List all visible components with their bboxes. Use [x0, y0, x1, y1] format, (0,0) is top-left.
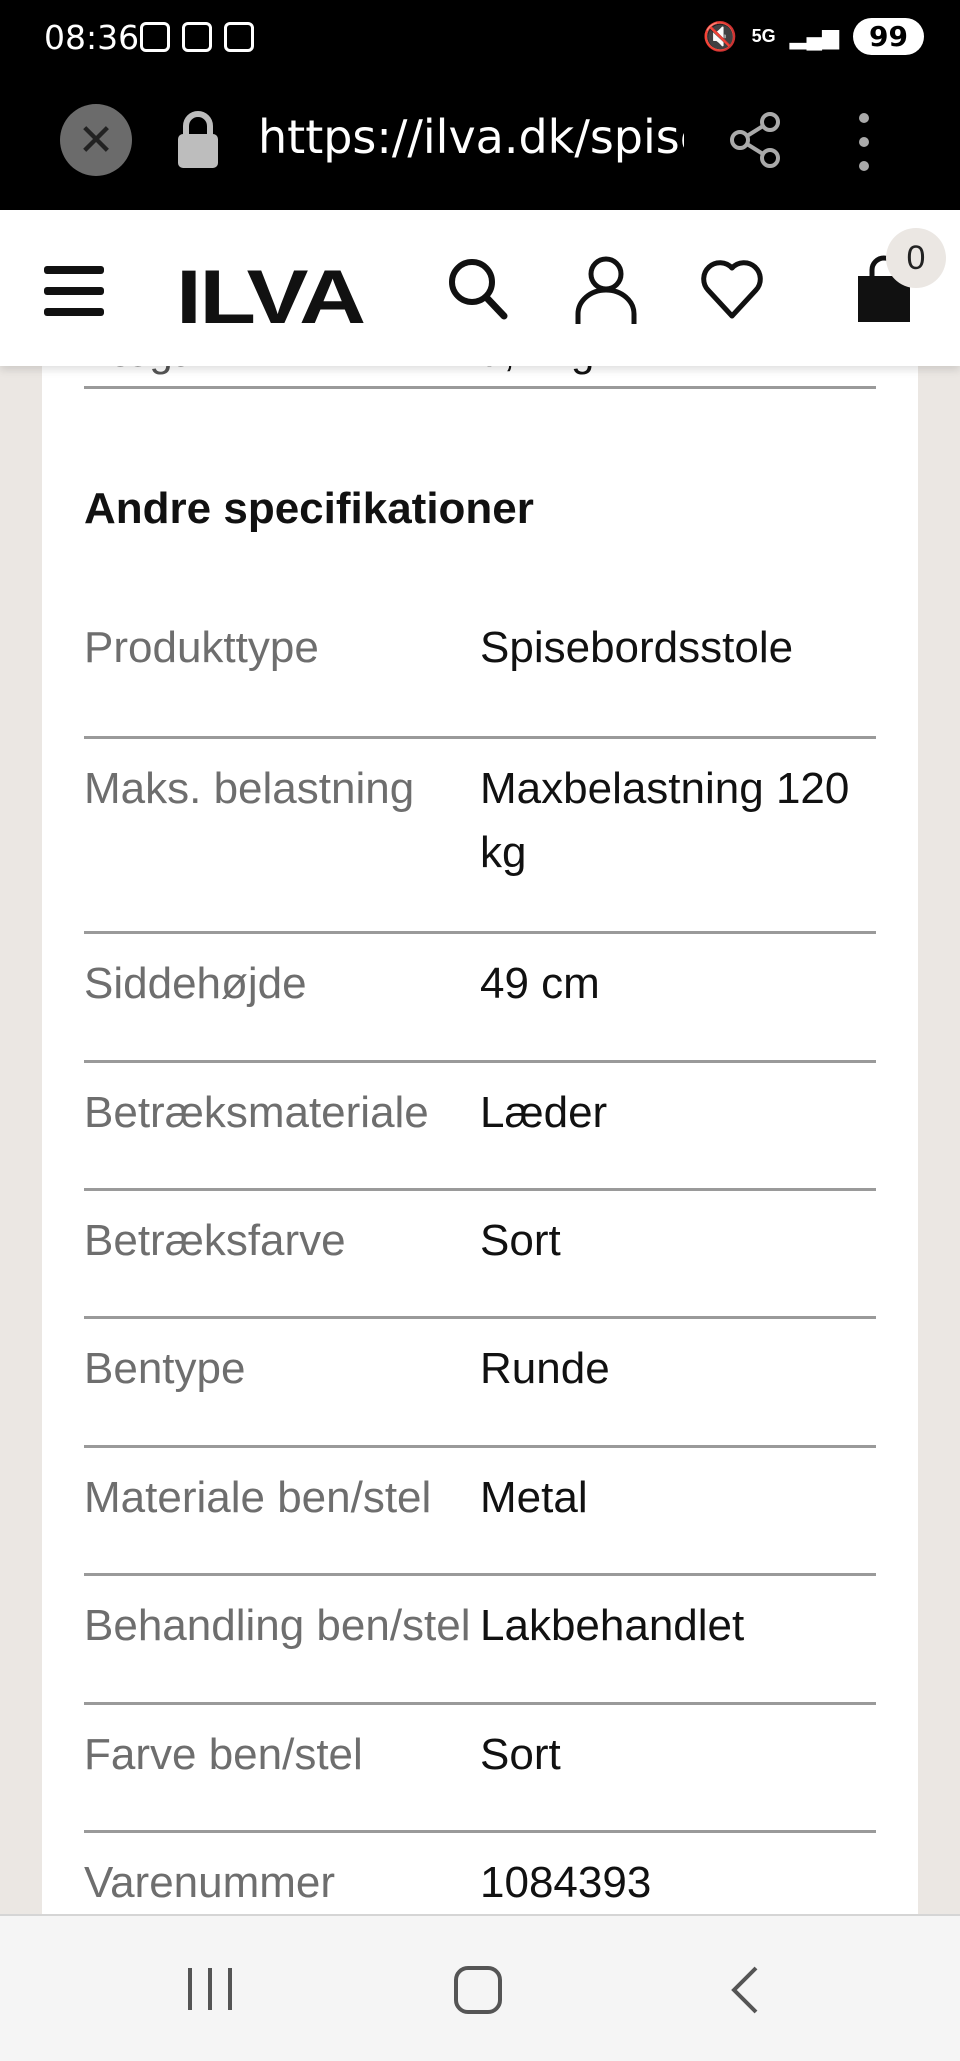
- spec-row-partial: Vægt 7,4 kg: [84, 366, 876, 389]
- spec-label: Behandling ben/stel: [84, 1601, 471, 1650]
- cart-count-badge: 0: [886, 228, 946, 288]
- close-icon: ✕: [77, 115, 115, 165]
- spec-row: Farve ben/stel Sort: [84, 1705, 876, 1833]
- spec-row: Maks. belastning Maxbelastning 120 kg: [84, 739, 876, 934]
- spec-value: 1084393: [480, 1858, 652, 1907]
- status-right: 🔇 5G ▂▄▆ 99: [703, 18, 924, 55]
- browser-url-bar: ✕ https://ilva.dk/spisebordsstole: [0, 82, 960, 210]
- recent-apps-button[interactable]: [180, 1964, 240, 2014]
- spec-label: Betræksmateriale: [84, 1088, 429, 1137]
- app-icon: [182, 22, 212, 52]
- spec-value: Sort: [480, 1730, 561, 1779]
- specifications-card: Vægt 7,4 kg Andre specifikationer Produk…: [42, 366, 918, 1914]
- more-menu-icon[interactable]: [858, 112, 870, 172]
- site-header: ILVA 0: [0, 210, 960, 366]
- spec-row: Bentype Runde: [84, 1319, 876, 1448]
- share-icon[interactable]: [728, 112, 784, 168]
- mute-icon: 🔇: [702, 21, 738, 52]
- spec-label: Varenummer: [84, 1858, 336, 1907]
- status-time: 08:36: [44, 18, 140, 57]
- spec-value: Maxbelastning 120 kg: [480, 764, 850, 877]
- spec-value: Læder: [480, 1088, 608, 1137]
- system-nav-bar: [0, 1914, 960, 2061]
- spec-label: Farve ben/stel: [84, 1730, 363, 1779]
- spec-row: Behandling ben/stel Lakbehandlet: [84, 1576, 876, 1705]
- ilva-logo[interactable]: ILVA: [176, 254, 366, 341]
- spec-label: Bentype: [84, 1344, 246, 1393]
- lock-icon: [178, 111, 218, 168]
- spec-row: Produkttype Spisebordsstole: [84, 598, 876, 739]
- network-type: 5G: [751, 26, 776, 46]
- spec-value: 49 cm: [480, 959, 600, 1008]
- spec-row: Betræksmateriale Læder: [84, 1063, 876, 1191]
- close-tab-button[interactable]: ✕: [60, 104, 132, 176]
- news-icon: [224, 22, 254, 52]
- wishlist-heart-icon[interactable]: [700, 254, 764, 326]
- spec-row: Siddehøjde 49 cm: [84, 934, 876, 1063]
- search-icon[interactable]: [446, 254, 510, 326]
- spec-value: Runde: [480, 1344, 610, 1393]
- notification-icons: [140, 22, 254, 52]
- battery-level: 99: [853, 18, 924, 55]
- spec-value: 7,4 kg: [480, 366, 594, 376]
- menu-button[interactable]: [44, 266, 104, 316]
- screenshot-icon: [140, 22, 170, 52]
- spec-label: Siddehøjde: [84, 959, 307, 1008]
- spec-value: Lakbehandlet: [480, 1601, 745, 1650]
- spec-label: Betræksfarve: [84, 1216, 346, 1265]
- spec-row: Materiale ben/stel Metal: [84, 1448, 876, 1576]
- spec-row: Varenummer 1084393: [84, 1833, 876, 1914]
- signal-icon: ▂▄▆: [789, 23, 840, 49]
- section-title: Andre specifikationer: [84, 484, 534, 533]
- spec-label: Vægt: [84, 366, 184, 375]
- spec-label: Materiale ben/stel: [84, 1473, 432, 1522]
- spec-value: Metal: [480, 1473, 588, 1522]
- home-button[interactable]: [450, 1964, 510, 2016]
- back-button[interactable]: [726, 1964, 766, 2016]
- spec-value: Sort: [480, 1216, 561, 1265]
- spec-row: Betræksfarve Sort: [84, 1191, 876, 1319]
- spec-value: Spisebordsstole: [480, 623, 794, 672]
- spec-label: Produkttype: [84, 623, 319, 672]
- url-text[interactable]: https://ilva.dk/spisebordsstole: [258, 110, 684, 164]
- status-bar: 08:36 🔇 5G ▂▄▆ 99: [0, 0, 960, 82]
- account-icon[interactable]: [574, 254, 638, 326]
- spec-label: Maks. belastning: [84, 764, 415, 813]
